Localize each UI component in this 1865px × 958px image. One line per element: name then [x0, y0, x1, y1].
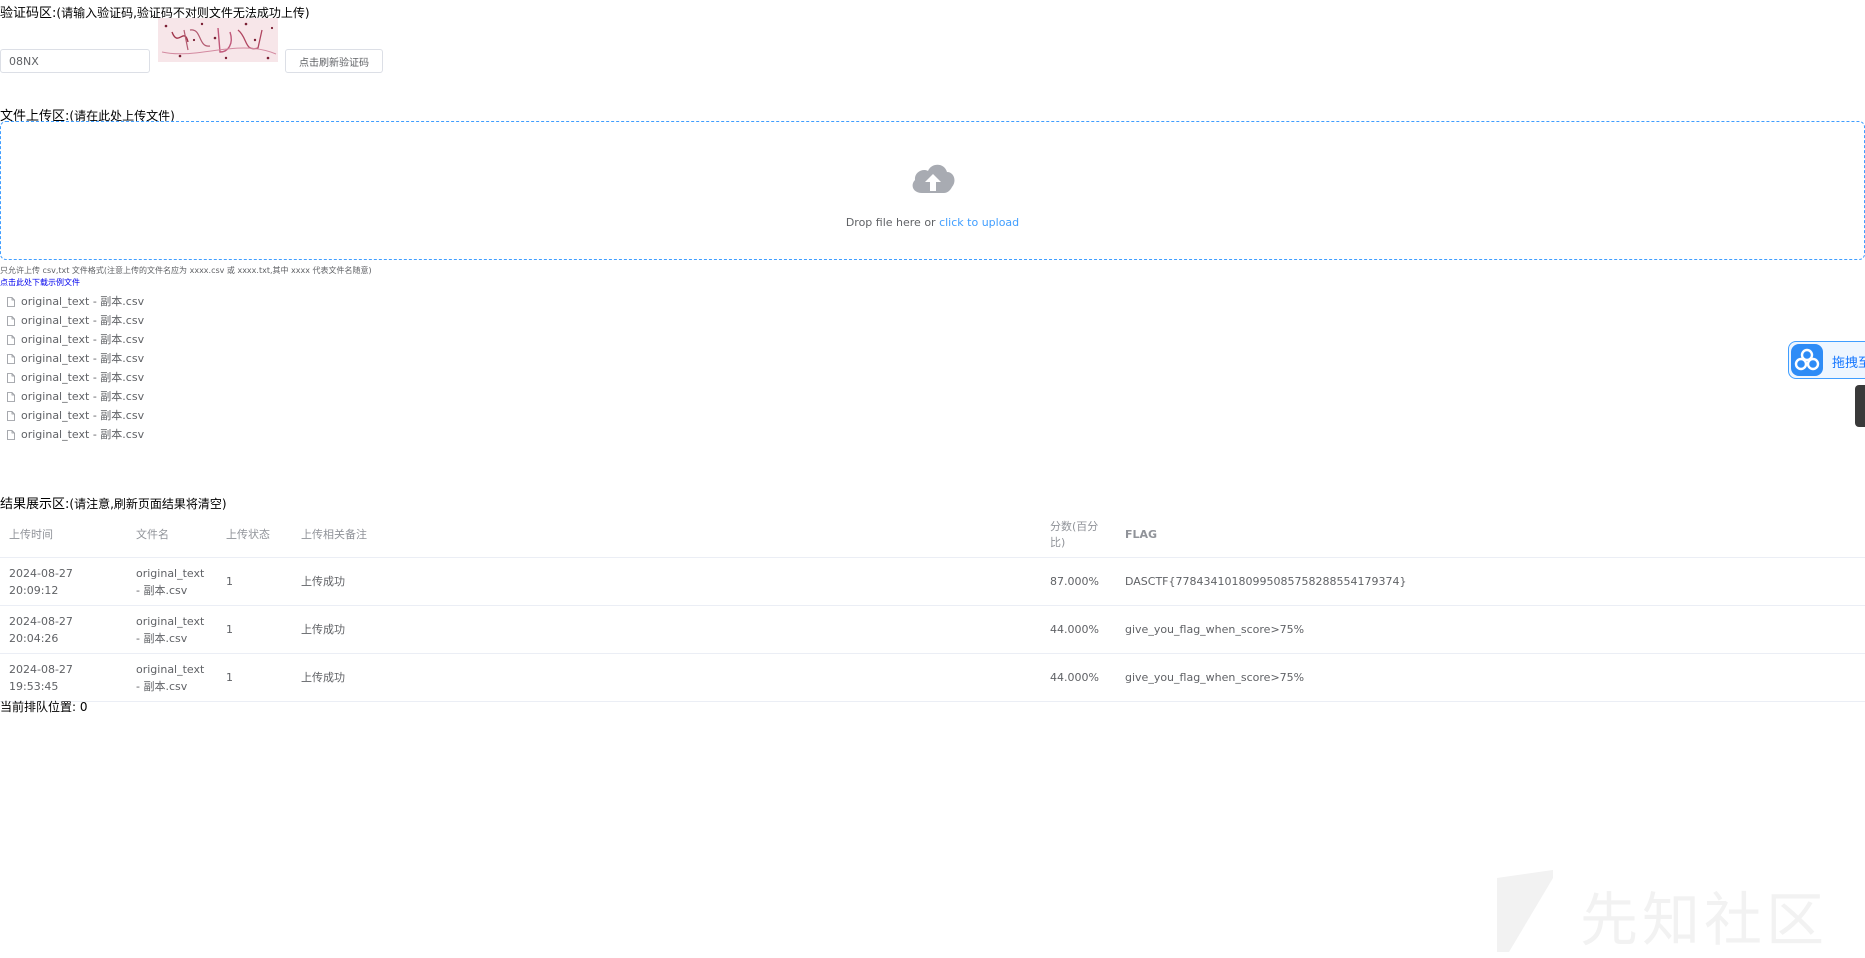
queue-position: 当前排队位置: 0 [0, 698, 88, 715]
captcha-input[interactable] [0, 49, 150, 73]
file-name: original_text - 副本.csv [21, 371, 145, 384]
results-title: 结果展示区: [0, 497, 70, 512]
file-name: original_text - 副本.csv [21, 428, 145, 441]
file-name: original_text - 副本.csv [21, 295, 145, 308]
cell-upload-status: 1 [217, 653, 292, 702]
document-icon [7, 296, 15, 307]
document-icon [7, 429, 15, 440]
cell-upload-time: 2024-08-27 19:53:45 [0, 653, 127, 702]
header-upload-status: 上传状态 [217, 513, 292, 558]
cell-upload-remark: 上传成功 [292, 557, 1041, 606]
watermark-logo-icon [1497, 870, 1553, 952]
cell-upload-time: 2024-08-27 20:09:12 [0, 557, 127, 606]
cell-file-name: original_text - 副本.csv [127, 605, 217, 654]
table-row: 2024-08-27 20:09:12 original_text - 副本.c… [0, 557, 1865, 606]
document-icon [7, 315, 15, 326]
file-list-item[interactable]: original_text - 副本.csv [0, 368, 144, 387]
cell-score: 44.000% [1041, 653, 1116, 702]
cell-upload-remark: 上传成功 [292, 605, 1041, 654]
dropzone-text: Drop file here or click to upload [1, 216, 1864, 229]
file-list-item[interactable]: original_text - 副本.csv [0, 349, 144, 368]
results-table: 上传时间 文件名 上传状态 上传相关备注 分数(百分比) FLAG 2024-0… [0, 513, 1865, 702]
header-upload-remark: 上传相关备注 [292, 513, 1041, 558]
queue-label: 当前排队位置: [0, 700, 80, 714]
queue-value: 0 [79, 700, 88, 714]
upload-dropzone[interactable]: Drop file here or click to upload [0, 121, 1865, 260]
drop-text: Drop file here or [845, 216, 940, 229]
document-icon [7, 410, 15, 421]
captcha-noise-graphic [158, 18, 278, 62]
cell-file-name: original_text - 副本.csv [127, 653, 217, 702]
document-icon [7, 391, 15, 402]
file-list-item[interactable]: original_text - 副本.csv [0, 311, 144, 330]
cell-flag: give_you_flag_when_score>75% [1116, 653, 1865, 702]
header-upload-time: 上传时间 [0, 513, 127, 558]
upload-cloud-icon [912, 164, 955, 193]
table-row: 2024-08-27 19:53:45 original_text - 副本.c… [0, 653, 1865, 702]
download-sample-link[interactable]: 点击此处下载示例文件 [0, 277, 80, 288]
captcha-image[interactable] [158, 18, 278, 62]
cell-flag: DASCTF{77843410180995085758288554179374} [1116, 557, 1865, 606]
table-header-row: 上传时间 文件名 上传状态 上传相关备注 分数(百分比) FLAG [0, 513, 1865, 558]
file-list-item[interactable]: original_text - 副本.csv [0, 292, 144, 311]
file-name: original_text - 副本.csv [21, 390, 145, 403]
drag-to-float-button[interactable]: 拖拽至 [1788, 341, 1865, 379]
uploaded-file-list: original_text - 副本.csv original_text - 副… [0, 292, 144, 444]
baidu-netdisk-icon [1791, 344, 1823, 376]
file-list-item[interactable]: original_text - 副本.csv [0, 387, 144, 406]
click-to-upload-link[interactable]: click to upload [939, 216, 1019, 229]
results-section-title: 结果展示区:(请注意,刷新页面结果将清空) [0, 493, 227, 512]
file-list-item[interactable]: original_text - 副本.csv [0, 406, 144, 425]
cell-upload-remark: 上传成功 [292, 653, 1041, 702]
float-button-label: 拖拽至 [1832, 356, 1865, 371]
side-panel-tab[interactable] [1855, 385, 1865, 427]
header-score: 分数(百分比) [1041, 513, 1116, 558]
cell-file-name: original_text - 副本.csv [127, 557, 217, 606]
cell-upload-status: 1 [217, 557, 292, 606]
header-file-name: 文件名 [127, 513, 217, 558]
captcha-title: 验证码区: [0, 6, 57, 21]
cell-flag: give_you_flag_when_score>75% [1116, 605, 1865, 654]
document-icon [7, 353, 15, 364]
file-name: original_text - 副本.csv [21, 352, 145, 365]
document-icon [7, 372, 15, 383]
header-flag: FLAG [1116, 513, 1865, 558]
cell-score: 44.000% [1041, 605, 1116, 654]
results-hint: (请注意,刷新页面结果将清空) [69, 497, 227, 511]
file-name: original_text - 副本.csv [21, 333, 145, 346]
file-list-item[interactable]: original_text - 副本.csv [0, 425, 144, 444]
watermark-text: 先知社区 [1580, 886, 1829, 954]
refresh-captcha-button[interactable]: 点击刷新验证码 [285, 49, 383, 73]
cell-upload-status: 1 [217, 605, 292, 654]
file-list-item[interactable]: original_text - 副本.csv [0, 330, 144, 349]
cell-score: 87.000% [1041, 557, 1116, 606]
cell-upload-time: 2024-08-27 20:04:26 [0, 605, 127, 654]
file-name: original_text - 副本.csv [21, 314, 145, 327]
document-icon [7, 334, 15, 345]
upload-tip: 只允许上传 csv,txt 文件格式(注意上传的文件名应为 xxxx.csv 或… [0, 266, 372, 275]
table-row: 2024-08-27 20:04:26 original_text - 副本.c… [0, 605, 1865, 654]
file-name: original_text - 副本.csv [21, 409, 145, 422]
